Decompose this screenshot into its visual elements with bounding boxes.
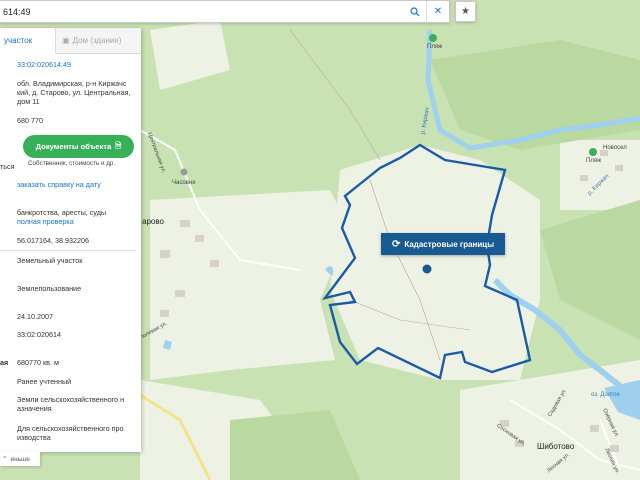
documents-button[interactable]: Документы объекта 🗎 [23,135,134,158]
chevron-up-icon: ⌃ [2,456,8,463]
documents-subtitle: Собственник, стоимость и др. [28,160,116,167]
area-label: ая [0,358,9,367]
cadastral-boundaries-button[interactable]: ⟳ Кадастровые границы [381,233,505,255]
object-category: Землепользование [17,284,82,293]
address-line-2: кий, д. Старово, ул. Центральная, [17,88,131,97]
address-line-3: дом 11 [17,97,40,106]
close-icon[interactable]: ✕ [427,1,449,23]
full-check-link[interactable]: полная проверка [17,217,137,226]
parcel-center-marker [422,264,432,274]
beach-label: Пляж [427,44,443,50]
cadastral-cost: 680 770 [17,116,43,125]
land-category-line-2: азначения [17,404,52,413]
lake-label: оз. Долгое [591,392,620,398]
documents-button-label: Документы объекта [35,142,112,151]
object-type: Земельный участок [17,256,83,265]
refresh-icon: ⟳ [391,238,401,250]
village-label: арово [142,217,164,226]
object-status: Ранее учтенный [17,377,72,386]
check-description: банкротства, аресты, суды [17,208,107,217]
cadastral-number-link[interactable]: 33:02:020614:49 [17,60,137,69]
cadastral-boundaries-label: Кадастровые границы [404,239,495,249]
search-input[interactable] [0,1,404,22]
registration-date: 24.10.2007 [17,312,53,321]
panel-tabs: участок ▣ Дом (здание) [0,28,141,54]
search-bar: ✕ [0,0,450,23]
beach-label: Пляж [586,158,602,164]
cut-label: ться [0,162,15,171]
land-category-line-1: Земли сельскохозяйственного н [17,395,125,404]
village-label: Шиботово [537,442,575,451]
search-icon[interactable] [404,1,426,23]
info-panel: участок ▣ Дом (здание) 33:02:020614:49 о… [0,28,141,452]
village-label: Новосел [603,145,627,151]
tab-land-plot[interactable]: участок [0,28,56,54]
cadastral-quarter: 33:02:020614 [17,330,61,339]
chapel-label: Часовня [172,180,196,186]
coordinates: 56.017164, 38.932206 [17,236,89,245]
document-icon: 🗎 [115,141,122,150]
tab-building-label: Дом (здание) [72,36,122,45]
order-statement-link[interactable]: заказать справку на дату [17,180,137,189]
collapse-label: еньше [10,455,30,463]
address-line-1: обл. Владимирская, р-н Киржачс [17,79,127,88]
divider [0,250,137,251]
collapse-button[interactable]: ⌃ еньше [0,452,40,466]
permitted-use-line-1: Для сельскохозяйственного про [17,424,124,433]
permitted-use-line-2: изводства [17,433,51,442]
tab-building[interactable]: ▣ Дом (здание) [56,28,141,53]
building-icon: ▣ [62,36,70,45]
favorite-star-icon[interactable]: ★ [455,1,476,22]
area-value: 680770 кв. м [17,358,59,367]
